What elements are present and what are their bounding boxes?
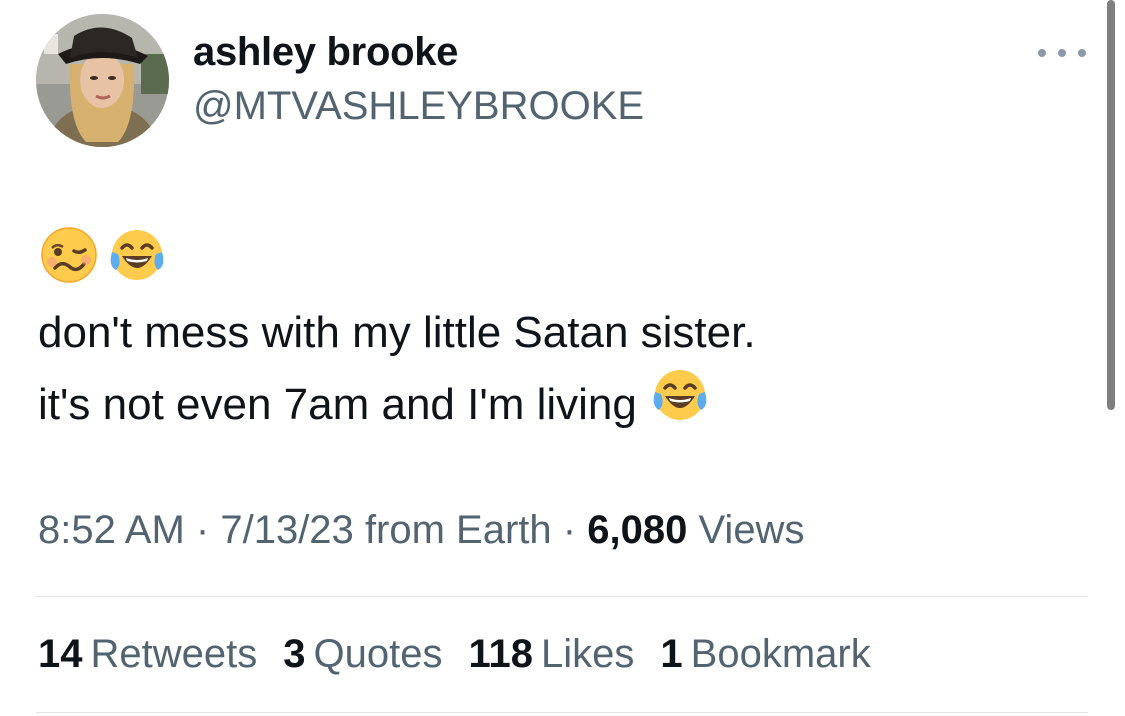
bookmarks-stat[interactable]: 1 Bookmark <box>660 632 870 677</box>
tweet-line: it's not even 7am and I'm living <box>38 366 756 443</box>
more-dot <box>1058 49 1066 57</box>
retweets-label: Retweets <box>90 632 258 676</box>
more-horizontal-icon[interactable] <box>1038 40 1086 66</box>
avatar[interactable] <box>36 14 169 147</box>
tweet-meta: 8:52 AM · 7/13/23 from Earth · 6,080 Vie… <box>38 508 804 553</box>
bookmarks-count: 1 <box>660 632 683 676</box>
meta-separator: · <box>562 508 577 552</box>
leading-emojis <box>40 226 166 284</box>
meta-separator: · <box>195 508 210 552</box>
quotes-stat[interactable]: 3 Quotes <box>283 632 442 677</box>
woozy-face-icon <box>40 226 98 284</box>
retweets-count: 14 <box>38 632 83 676</box>
more-dot <box>1078 49 1086 57</box>
tweet-date[interactable]: 7/13/23 <box>220 508 353 552</box>
divider <box>36 596 1088 597</box>
profile-photo <box>36 14 169 147</box>
views-count: 6,080 <box>587 508 688 552</box>
quotes-label: Quotes <box>313 632 443 676</box>
tweet-stats: 14 Retweets 3 Quotes 118 Likes 1 Bookmark <box>38 632 871 677</box>
retweets-stat[interactable]: 14 Retweets <box>38 632 257 677</box>
views-label: Views <box>698 508 805 552</box>
tweet-text: don't mess with my little Satan sister. … <box>38 300 756 443</box>
likes-count: 118 <box>468 632 533 676</box>
tweet-source: from Earth <box>364 508 552 552</box>
face-with-tears-of-joy-icon <box>108 226 166 284</box>
likes-stat[interactable]: 118 Likes <box>468 632 634 677</box>
tweet-line: don't mess with my little Satan sister. <box>38 300 756 366</box>
author-handle[interactable]: @MTVASHLEYBROOKE <box>193 84 644 129</box>
likes-label: Likes <box>541 632 635 676</box>
quotes-count: 3 <box>283 632 306 676</box>
bookmarks-label: Bookmark <box>690 632 871 676</box>
tweet-line-text: it's not even 7am and I'm living <box>38 379 637 429</box>
tweet-line-text: don't mess with my little Satan sister. <box>38 308 756 357</box>
author-display-name[interactable]: ashley brooke <box>193 30 458 75</box>
scrollbar[interactable] <box>1107 0 1115 410</box>
more-dot <box>1038 49 1046 57</box>
tweet-time[interactable]: 8:52 AM <box>38 508 185 552</box>
divider <box>36 712 1088 713</box>
face-with-tears-of-joy-icon <box>651 366 709 443</box>
